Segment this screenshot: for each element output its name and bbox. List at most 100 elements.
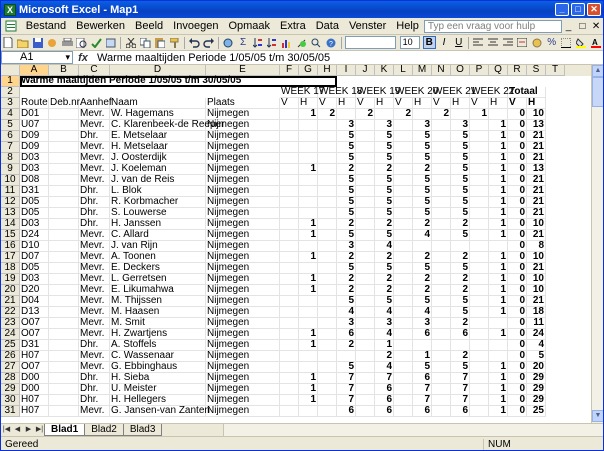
week-value-cell[interactable]: 1 <box>299 285 318 296</box>
week-value-cell[interactable] <box>299 142 318 153</box>
week-value-cell[interactable] <box>299 120 318 131</box>
underline-button[interactable]: U <box>452 36 465 49</box>
week-value-cell[interactable] <box>280 175 299 186</box>
week-value-cell[interactable] <box>280 263 299 274</box>
debnr-cell[interactable] <box>49 120 79 131</box>
debnr-cell[interactable] <box>49 208 79 219</box>
column-header-m[interactable]: M <box>413 65 432 76</box>
vh-label[interactable]: H <box>489 98 508 109</box>
debnr-cell[interactable] <box>49 263 79 274</box>
vh-label[interactable]: H <box>337 98 356 109</box>
week-value-cell[interactable] <box>280 219 299 230</box>
menu-bewerken[interactable]: Bewerken <box>71 20 130 32</box>
debnr-cell[interactable] <box>49 197 79 208</box>
debnr-cell[interactable] <box>49 351 79 362</box>
debnr-cell[interactable] <box>49 109 79 120</box>
tab-blad2[interactable]: Blad2 <box>84 424 124 436</box>
column-header-h[interactable]: H <box>318 65 337 76</box>
debnr-cell[interactable] <box>49 230 79 241</box>
menu-invoegen[interactable]: Invoegen <box>168 20 223 32</box>
week-value-cell[interactable]: 1 <box>489 307 508 318</box>
week-value-cell[interactable] <box>470 340 489 351</box>
week-value-cell[interactable] <box>318 219 337 230</box>
week-value-cell[interactable] <box>356 120 375 131</box>
week-value-cell[interactable] <box>318 131 337 142</box>
week-value-cell[interactable] <box>318 373 337 384</box>
week-value-cell[interactable] <box>432 296 451 307</box>
currency-icon[interactable] <box>531 36 544 49</box>
week-value-cell[interactable] <box>394 153 413 164</box>
week-value-cell[interactable] <box>299 296 318 307</box>
document-icon[interactable] <box>3 19 19 33</box>
vh-label[interactable]: H <box>451 98 470 109</box>
column-header-s[interactable]: S <box>527 65 546 76</box>
week-value-cell[interactable] <box>356 340 375 351</box>
week-value-cell[interactable] <box>280 131 299 142</box>
week-value-cell[interactable]: 1 <box>299 230 318 241</box>
week-value-cell[interactable] <box>318 230 337 241</box>
week-value-cell[interactable] <box>432 285 451 296</box>
tab-blad1[interactable]: Blad1 <box>44 424 86 436</box>
week-value-cell[interactable]: 5 <box>451 230 470 241</box>
week-value-cell[interactable]: 1 <box>299 252 318 263</box>
week-value-cell[interactable] <box>432 142 451 153</box>
column-header-f[interactable]: F <box>280 65 299 76</box>
week-value-cell[interactable] <box>280 329 299 340</box>
week-value-cell[interactable] <box>470 120 489 131</box>
week-value-cell[interactable] <box>394 175 413 186</box>
week-value-cell[interactable] <box>432 263 451 274</box>
name-box[interactable]: A1 <box>1 51 73 64</box>
week-value-cell[interactable]: 6 <box>337 406 356 417</box>
debnr-cell[interactable] <box>49 406 79 417</box>
debnr-cell[interactable] <box>49 252 79 263</box>
column-title[interactable]: Deb.nr. <box>49 98 82 109</box>
debnr-cell[interactable] <box>49 219 79 230</box>
fill-color-icon[interactable] <box>575 36 588 49</box>
vertical-scrollbar[interactable]: ▲ ▼ <box>591 65 603 423</box>
week-value-cell[interactable] <box>318 395 337 406</box>
scroll-up-button[interactable]: ▲ <box>592 65 603 77</box>
week-value-cell[interactable] <box>432 175 451 186</box>
week-value-cell[interactable]: 4 <box>413 230 432 241</box>
horizontal-scrollbar[interactable] <box>223 424 603 436</box>
column-header-t[interactable]: T <box>546 65 565 76</box>
week-value-cell[interactable] <box>318 252 337 263</box>
vh-label[interactable]: V <box>280 98 299 109</box>
week-value-cell[interactable] <box>356 186 375 197</box>
week-value-cell[interactable] <box>470 395 489 406</box>
print-preview-icon[interactable] <box>75 36 88 49</box>
week-value-cell[interactable] <box>280 274 299 285</box>
font-name-select[interactable] <box>345 36 396 49</box>
week-value-cell[interactable] <box>280 208 299 219</box>
week-value-cell[interactable] <box>299 175 318 186</box>
week-value-cell[interactable] <box>280 241 299 252</box>
week-value-cell[interactable] <box>432 274 451 285</box>
column-header-r[interactable]: R <box>508 65 527 76</box>
week-value-cell[interactable] <box>470 230 489 241</box>
week-value-cell[interactable] <box>280 395 299 406</box>
week-value-cell[interactable] <box>318 296 337 307</box>
redo-icon[interactable] <box>203 36 216 49</box>
week-value-cell[interactable] <box>432 219 451 230</box>
debnr-cell[interactable] <box>49 318 79 329</box>
save-icon[interactable] <box>31 36 44 49</box>
week-value-cell[interactable] <box>432 395 451 406</box>
debnr-cell[interactable] <box>49 307 79 318</box>
week-value-cell[interactable]: 1 <box>470 109 489 120</box>
close-button[interactable]: ✕ <box>587 3 601 16</box>
week-value-cell[interactable] <box>470 318 489 329</box>
week-value-cell[interactable] <box>394 120 413 131</box>
week-value-cell[interactable] <box>318 307 337 318</box>
week-value-cell[interactable] <box>470 329 489 340</box>
week-value-cell[interactable] <box>489 340 508 351</box>
week-value-cell[interactable] <box>394 252 413 263</box>
debnr-cell[interactable] <box>49 340 79 351</box>
week-value-cell[interactable] <box>394 131 413 142</box>
week-value-cell[interactable] <box>432 230 451 241</box>
column-header-n[interactable]: N <box>432 65 451 76</box>
week-value-cell[interactable] <box>470 384 489 395</box>
help-question-input[interactable]: Typ een vraag voor hulp <box>423 19 562 33</box>
open-icon[interactable] <box>17 36 30 49</box>
week-value-cell[interactable] <box>470 241 489 252</box>
week-value-cell[interactable] <box>356 263 375 274</box>
